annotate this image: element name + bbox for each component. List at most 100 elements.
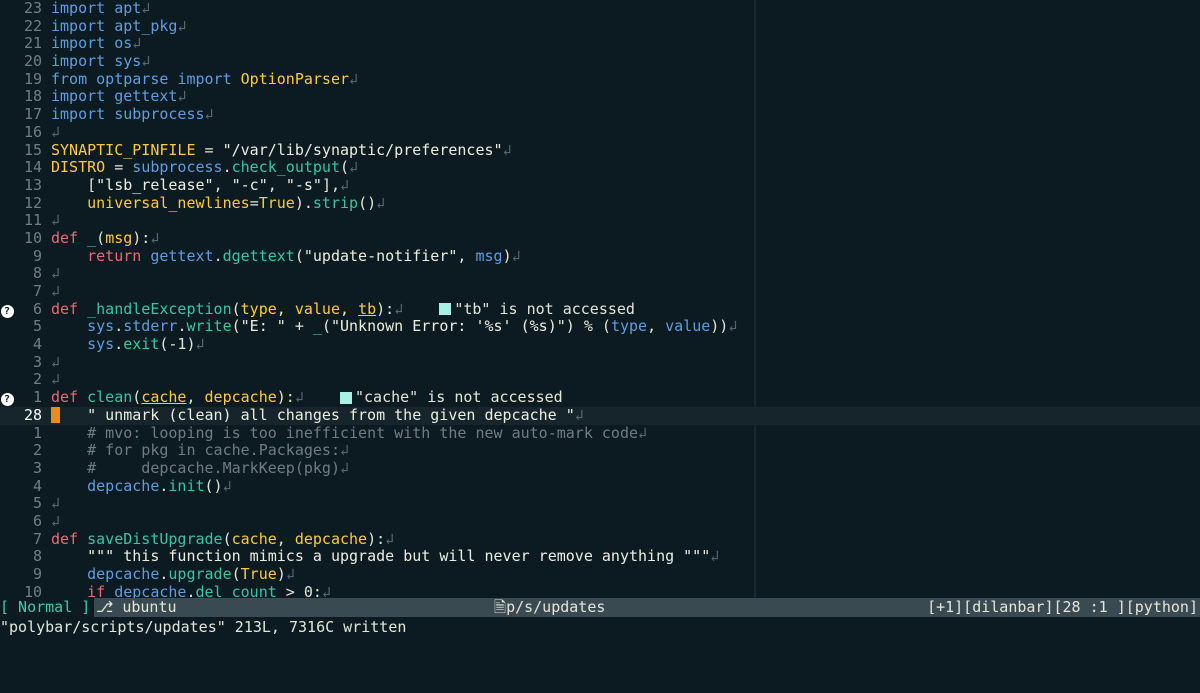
code-line[interactable]: 19 from optparse import OptionParser↲ — [0, 69, 1200, 89]
code-token: > 0: — [276, 582, 322, 598]
code-token: + — [285, 317, 313, 336]
code-line[interactable]: 18 import gettext↲ — [0, 88, 1200, 106]
code-token: import — [51, 34, 106, 53]
code-token: = — [195, 140, 223, 159]
code-token: depcache — [87, 476, 160, 495]
line-code: ↲ — [51, 123, 60, 142]
code-token: , — [213, 175, 232, 194]
line-number: 14 — [23, 158, 42, 177]
code-line[interactable]: 9 depcache.upgrade(True)↲ — [0, 565, 1200, 584]
code-token: apt — [114, 0, 142, 17]
line-code: if depcache.del_count > 0:↲ — [51, 582, 331, 598]
code-token: _handleException — [87, 299, 232, 318]
code-token: os — [114, 34, 133, 53]
code-line[interactable]: 10 if depcache.del_count > 0:↲ — [0, 582, 1200, 598]
code-token: gettext — [114, 87, 178, 106]
eol-marker: ↲ — [51, 352, 61, 371]
code-line[interactable]: 13 ["lsb_release", "-c", "-s"],↲ — [0, 175, 1200, 195]
code-line[interactable]: 8 """ this function mimics a upgrade but… — [0, 547, 1200, 566]
code-line[interactable]: 16 ↲ — [0, 123, 1200, 142]
code-token: # mvo: looping is too inefficient with t… — [87, 423, 639, 442]
code-line[interactable]: 1 # mvo: looping is too inefficient with… — [0, 423, 1200, 443]
code-token: import — [51, 16, 106, 35]
code-line[interactable]: 5 ↲ — [0, 494, 1200, 513]
code-line[interactable]: 23 import apt↲ — [0, 0, 1200, 18]
code-token: tb — [358, 299, 377, 318]
code-line[interactable]: ? 1 def clean(cache, depcache):↲ "cache" i… — [0, 388, 1200, 407]
line-number: 23 — [23, 0, 42, 17]
code-line[interactable]: 5 sys.stderr.write("E: " + _("Unknown Er… — [0, 318, 1200, 336]
code-token: ) % ( — [565, 317, 611, 336]
code-line[interactable]: 17 import subprocess↲ — [0, 105, 1200, 124]
code-line[interactable]: 11 ↲ — [0, 211, 1200, 230]
line-number: 7 — [32, 282, 42, 300]
code-line[interactable]: 14 DISTRO = subprocess.check_output(↲ — [0, 158, 1200, 177]
eol-marker: ↲ — [51, 264, 61, 283]
command-line[interactable]: "polybar/scripts/updates" 213L, 7316C wr… — [0, 617, 1200, 637]
code-line[interactable]: 2 ↲ — [0, 371, 1200, 389]
code-token: . — [114, 317, 124, 336]
code-token: . — [186, 582, 196, 598]
eol-marker: ↲ — [204, 105, 214, 124]
code-token: apt_pkg — [114, 16, 178, 35]
code-token: ( — [321, 317, 331, 336]
code-line[interactable]: 9 return gettext.dgettext("update-notifi… — [0, 247, 1200, 266]
code-token: optparse — [96, 69, 169, 88]
code-line[interactable]: 4 sys.exit(-1)↲ — [0, 335, 1200, 354]
code-token: ( — [231, 565, 241, 583]
code-token: exit — [123, 335, 160, 354]
code-line[interactable]: 8 ↲ — [0, 264, 1200, 283]
code-line[interactable]: 20 import sys↲ — [0, 52, 1200, 71]
line-code: from optparse import OptionParser↲ — [51, 69, 358, 89]
sign-column: ? — [0, 301, 14, 319]
code-line[interactable]: 7 ↲ — [0, 282, 1200, 301]
question-hint-icon[interactable]: ? — [0, 393, 14, 407]
eol-marker: ↲ — [294, 388, 304, 407]
line-number: 20 — [23, 52, 42, 71]
line-number: 9 — [32, 565, 42, 583]
status-right-info: [+1][dilanbar][28 :1 ][python] — [927, 598, 1198, 616]
editor-buffer[interactable]: 23 import apt↲ 22 import apt_pkg↲ 21 import o… — [0, 0, 1200, 598]
eol-marker: ↲ — [150, 228, 160, 247]
line-code: depcache.upgrade(True)↲ — [51, 565, 295, 584]
line-code: def saveDistUpgrade(cache, depcache):↲ — [51, 530, 394, 549]
line-number: 15 — [23, 140, 42, 159]
eol-marker: ↲ — [177, 16, 187, 35]
code-line[interactable]: ? 6 def _handleException(type, value, tb):… — [0, 299, 1200, 319]
line-code: import subprocess↲ — [51, 105, 214, 124]
code-token: type — [610, 317, 648, 336]
eol-marker: ↲ — [710, 547, 720, 566]
code-line[interactable]: 15 SYNAPTIC_PINFILE = "/var/lib/synaptic/… — [0, 140, 1200, 160]
code-line[interactable]: 3 ↲ — [0, 352, 1200, 372]
code-line[interactable]: 10 def _(msg):↲ — [0, 228, 1200, 248]
line-code: ↲ — [51, 264, 61, 283]
current-line[interactable]: 28 " unmark (clean) all changes from the… — [0, 406, 1200, 425]
eol-marker: ↲ — [340, 458, 350, 477]
code-line[interactable]: 22 import apt_pkg↲ — [0, 16, 1200, 36]
line-code: def _handleException(type, value, tb):↲ … — [51, 299, 635, 319]
code-token: check_output — [231, 158, 340, 177]
code-line[interactable]: 2 # for pkg in cache.Packages:↲ — [0, 441, 1200, 460]
line-code: import apt↲ — [51, 0, 150, 18]
code-line[interactable]: 6 ↲ — [0, 512, 1200, 531]
code-line[interactable]: 4 depcache.init()↲ — [0, 476, 1200, 496]
code-line[interactable]: 21 import os↲ — [0, 35, 1200, 53]
line-code: ↲ — [51, 282, 60, 301]
code-line[interactable]: 3 # depcache.MarkKeep(pkg)↲ — [0, 458, 1200, 478]
line-code: ↲ — [51, 352, 61, 372]
question-hint-icon[interactable]: ? — [0, 304, 14, 318]
eol-marker: ↲ — [195, 335, 205, 354]
code-token: ( — [340, 158, 350, 177]
code-line[interactable]: 12 universal_newlines=True).strip()↲ — [0, 194, 1200, 213]
line-code: ["lsb_release", "-c", "-s"],↲ — [51, 175, 349, 195]
code-line[interactable]: 7 def saveDistUpgrade(cache, depcache):↲ — [0, 530, 1200, 549]
eol-marker: ↲ — [285, 565, 295, 583]
